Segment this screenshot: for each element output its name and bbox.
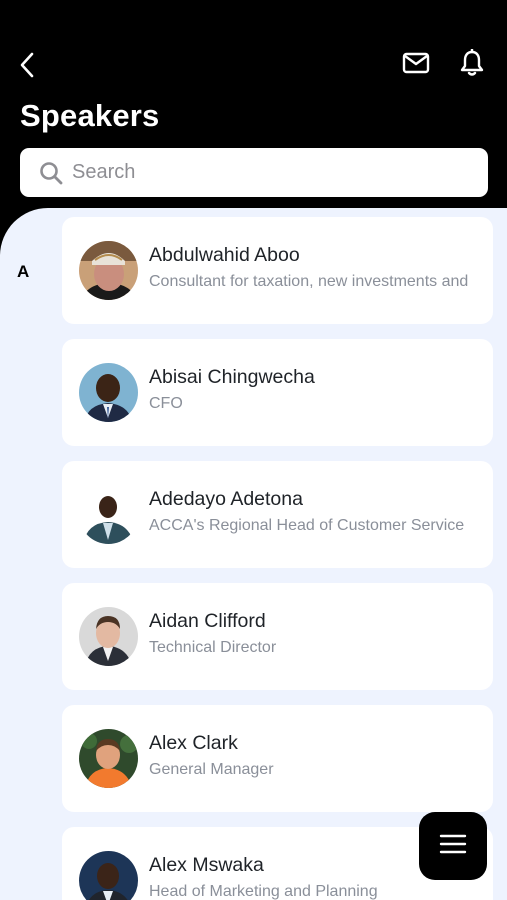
search-input[interactable] bbox=[72, 161, 452, 184]
header: Speakers bbox=[0, 0, 507, 230]
avatar bbox=[79, 485, 138, 544]
mail-icon bbox=[402, 52, 430, 79]
speaker-role: CFO bbox=[149, 395, 183, 412]
page-title: Speakers bbox=[20, 98, 160, 133]
menu-icon bbox=[439, 833, 467, 860]
speaker-role: Technical Director bbox=[149, 639, 277, 656]
search-bar[interactable] bbox=[20, 148, 488, 197]
avatar bbox=[79, 607, 138, 666]
speaker-card[interactable]: Aidan Clifford Technical Director bbox=[62, 583, 493, 690]
speaker-card[interactable]: Adedayo Adetona ACCA's Regional Head of … bbox=[62, 461, 493, 568]
back-button[interactable] bbox=[8, 47, 48, 87]
section-index-letter: A bbox=[17, 262, 30, 281]
back-icon bbox=[17, 51, 39, 84]
speaker-name: Abdulwahid Aboo bbox=[149, 244, 300, 266]
speaker-role: General Manager bbox=[149, 761, 274, 778]
speaker-name: Adedayo Adetona bbox=[149, 488, 303, 510]
notifications-button[interactable] bbox=[452, 45, 492, 85]
speaker-name: Aidan Clifford bbox=[149, 610, 266, 632]
speaker-role: Head of Marketing and Planning bbox=[149, 883, 378, 900]
speaker-list[interactable]: A Abdulwahid Aboo Consultant for taxatio… bbox=[0, 208, 507, 900]
speaker-role: Consultant for taxation, new investments… bbox=[149, 273, 469, 290]
speaker-name: Abisai Chingwecha bbox=[149, 366, 315, 388]
menu-button[interactable] bbox=[419, 812, 487, 880]
speaker-card[interactable]: Abisai Chingwecha CFO bbox=[62, 339, 493, 446]
speaker-name: Alex Clark bbox=[149, 732, 238, 754]
search-icon bbox=[38, 160, 64, 186]
speaker-card[interactable]: Alex Clark General Manager bbox=[62, 705, 493, 812]
avatar bbox=[79, 363, 138, 422]
bell-icon bbox=[459, 47, 485, 82]
avatar bbox=[79, 851, 138, 900]
speaker-card[interactable]: Abdulwahid Aboo Consultant for taxation,… bbox=[62, 217, 493, 324]
avatar bbox=[79, 241, 138, 300]
speaker-role: ACCA's Regional Head of Customer Service bbox=[149, 517, 465, 534]
avatar bbox=[79, 729, 138, 788]
mail-button[interactable] bbox=[396, 45, 436, 85]
